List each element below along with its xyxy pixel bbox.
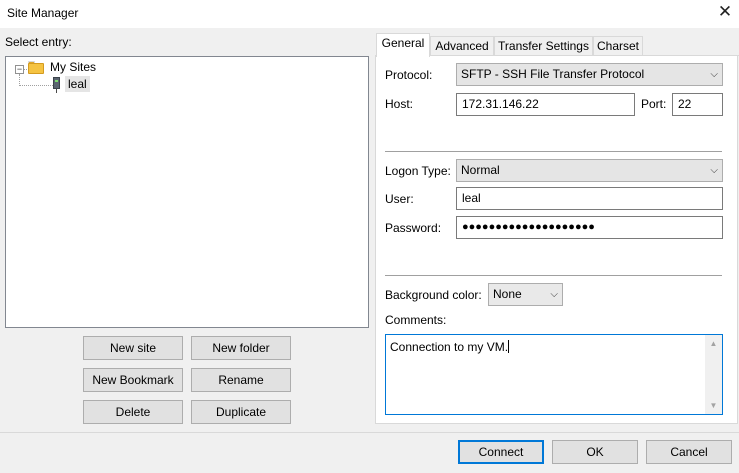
collapse-icon[interactable]: − xyxy=(15,65,24,74)
ok-button[interactable]: OK xyxy=(552,440,638,464)
delete-button[interactable]: Delete xyxy=(83,400,183,424)
text-cursor xyxy=(508,340,510,353)
footer-divider xyxy=(0,432,739,433)
logon-type-select[interactable]: Normal ⌵ xyxy=(456,159,723,182)
host-label: Host: xyxy=(385,97,414,111)
window-title: Site Manager xyxy=(7,6,79,20)
background-color-label: Background color: xyxy=(385,288,482,302)
rename-button[interactable]: Rename xyxy=(191,368,291,392)
duplicate-button[interactable]: Duplicate xyxy=(191,400,291,424)
new-folder-button[interactable]: New folder xyxy=(191,336,291,360)
tree-item-my-sites[interactable]: My Sites xyxy=(50,60,96,74)
cancel-button[interactable]: Cancel xyxy=(646,440,732,464)
title-bar: Site Manager ✕ xyxy=(0,0,739,28)
user-label: User: xyxy=(385,192,414,206)
select-entry-label: Select entry: xyxy=(5,35,72,49)
scroll-up-icon[interactable]: ▲ xyxy=(705,335,722,352)
background-color-value: None xyxy=(493,287,522,301)
chevron-down-icon: ⌵ xyxy=(710,165,718,176)
comments-textarea[interactable]: Connection to my VM. ▲ ▼ xyxy=(385,334,723,415)
chevron-down-icon: ⌵ xyxy=(710,69,718,80)
folder-icon xyxy=(28,61,44,74)
close-icon[interactable]: ✕ xyxy=(714,2,736,24)
password-input[interactable]: ●●●●●●●●●●●●●●●●●●●● xyxy=(456,216,723,239)
port-label: Port: xyxy=(641,97,667,111)
new-bookmark-button[interactable]: New Bookmark xyxy=(83,368,183,392)
tab-general[interactable]: General xyxy=(376,33,430,57)
comments-label: Comments: xyxy=(385,313,447,327)
tab-transfer-settings[interactable]: Transfer Settings xyxy=(494,36,593,56)
tree-item-leal[interactable]: leal xyxy=(65,76,90,92)
protocol-value: SFTP - SSH File Transfer Protocol xyxy=(461,67,645,81)
chevron-down-icon: ⌵ xyxy=(550,289,558,300)
password-label: Password: xyxy=(385,221,442,235)
divider xyxy=(385,151,722,152)
scroll-down-icon[interactable]: ▼ xyxy=(705,397,722,414)
protocol-select[interactable]: SFTP - SSH File Transfer Protocol ⌵ xyxy=(456,63,723,86)
tree-connector xyxy=(20,85,53,86)
new-site-button[interactable]: New site xyxy=(83,336,183,360)
logon-type-label: Logon Type: xyxy=(385,164,451,178)
protocol-label: Protocol: xyxy=(385,68,433,82)
site-tree[interactable]: − My Sites leal xyxy=(5,56,369,328)
comments-scrollbar[interactable]: ▲ ▼ xyxy=(705,335,722,414)
comments-text: Connection to my VM. xyxy=(390,340,509,354)
port-input[interactable]: 22 xyxy=(672,93,723,116)
tab-advanced[interactable]: Advanced xyxy=(430,36,494,56)
divider xyxy=(385,275,722,276)
logon-type-value: Normal xyxy=(461,163,500,177)
host-input[interactable]: 172.31.146.22 xyxy=(456,93,635,116)
server-icon xyxy=(53,77,60,93)
user-input[interactable]: leal xyxy=(456,187,723,210)
tab-charset[interactable]: Charset xyxy=(593,36,643,56)
connect-button[interactable]: Connect xyxy=(458,440,544,464)
background-color-select[interactable]: None ⌵ xyxy=(488,283,563,306)
